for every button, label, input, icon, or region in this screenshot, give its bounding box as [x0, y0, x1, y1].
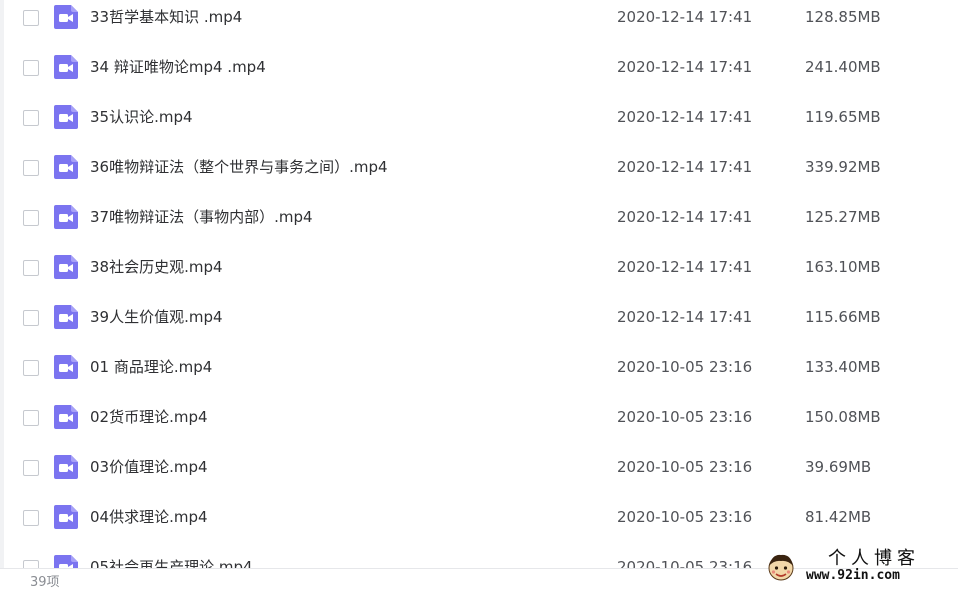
file-date: 2020-12-14 17:41	[617, 308, 753, 326]
file-name[interactable]: 01 商品理论.mp4	[90, 357, 212, 377]
file-size: 150.08MB	[805, 408, 881, 426]
table-row[interactable]: 36唯物辩证法（整个世界与事务之间）.mp4 2020-12-14 17:41 …	[0, 150, 958, 200]
video-file-icon	[54, 455, 78, 479]
file-list: 33哲学基本知识 .mp4 2020-12-14 17:41 128.85MB …	[0, 0, 958, 568]
file-size: 128.85MB	[805, 8, 881, 26]
file-name[interactable]: 34 辩证唯物论mp4 .mp4	[90, 57, 266, 77]
file-name[interactable]: 05社会再生产理论.mp4	[90, 557, 253, 568]
file-date: 2020-10-05 23:16	[617, 508, 753, 526]
blog-watermark: 个人博客 www.92in.com	[766, 548, 956, 588]
video-file-icon	[54, 205, 78, 229]
table-row[interactable]: 02货币理论.mp4 2020-10-05 23:16 150.08MB	[0, 400, 958, 450]
file-date: 2020-10-05 23:16	[617, 408, 753, 426]
table-row[interactable]: 34 辩证唯物论mp4 .mp4 2020-12-14 17:41 241.40…	[0, 50, 958, 100]
file-size: 115.66MB	[805, 308, 881, 326]
table-row[interactable]: 38社会历史观.mp4 2020-12-14 17:41 163.10MB	[0, 250, 958, 300]
video-file-icon	[54, 5, 78, 29]
file-date: 2020-12-14 17:41	[617, 158, 753, 176]
file-name[interactable]: 37唯物辩证法（事物内部）.mp4	[90, 207, 313, 227]
cartoon-face-icon	[768, 554, 794, 581]
table-row[interactable]: 01 商品理论.mp4 2020-10-05 23:16 133.40MB	[0, 350, 958, 400]
table-row[interactable]: 33哲学基本知识 .mp4 2020-12-14 17:41 128.85MB	[0, 0, 958, 50]
file-date: 2020-12-14 17:41	[617, 8, 753, 26]
file-name[interactable]: 33哲学基本知识 .mp4	[90, 7, 242, 27]
file-size: 119.65MB	[805, 108, 881, 126]
file-size: 81.42MB	[805, 508, 872, 526]
file-date: 2020-12-14 17:41	[617, 258, 753, 276]
table-row[interactable]: 04供求理论.mp4 2020-10-05 23:16 81.42MB	[0, 500, 958, 550]
video-file-icon	[54, 105, 78, 129]
file-size: 125.27MB	[805, 208, 881, 226]
table-row[interactable]: 03价值理论.mp4 2020-10-05 23:16 39.69MB	[0, 450, 958, 500]
item-count: 39项	[30, 575, 60, 590]
file-date: 2020-12-14 17:41	[617, 208, 753, 226]
row-checkbox[interactable]	[23, 210, 39, 226]
file-browser: 33哲学基本知识 .mp4 2020-12-14 17:41 128.85MB …	[0, 0, 958, 590]
table-row[interactable]: 39人生价值观.mp4 2020-12-14 17:41 115.66MB	[0, 300, 958, 350]
file-name[interactable]: 02货币理论.mp4	[90, 407, 208, 427]
row-checkbox[interactable]	[23, 410, 39, 426]
video-file-icon	[54, 305, 78, 329]
row-checkbox[interactable]	[23, 360, 39, 376]
file-size: 241.40MB	[805, 58, 881, 76]
video-file-icon	[54, 505, 78, 529]
table-row[interactable]: 37唯物辩证法（事物内部）.mp4 2020-12-14 17:41 125.2…	[0, 200, 958, 250]
row-checkbox[interactable]	[23, 560, 39, 568]
table-row[interactable]: 35认识论.mp4 2020-12-14 17:41 119.65MB	[0, 100, 958, 150]
file-name[interactable]: 39人生价值观.mp4	[90, 307, 223, 327]
video-file-icon	[54, 355, 78, 379]
file-date: 2020-10-05 23:16	[617, 458, 753, 476]
video-file-icon	[54, 255, 78, 279]
row-checkbox[interactable]	[23, 60, 39, 76]
file-name[interactable]: 38社会历史观.mp4	[90, 257, 223, 277]
row-checkbox[interactable]	[23, 160, 39, 176]
watermark-title: 个人博客	[828, 548, 920, 569]
file-date: 2020-12-14 17:41	[617, 108, 753, 126]
file-size: 39.69MB	[805, 458, 872, 476]
file-name[interactable]: 04供求理论.mp4	[90, 507, 208, 527]
row-checkbox[interactable]	[23, 460, 39, 476]
row-checkbox[interactable]	[23, 310, 39, 326]
file-date: 2020-10-05 23:16	[617, 358, 753, 376]
row-checkbox[interactable]	[23, 260, 39, 276]
video-file-icon	[54, 155, 78, 179]
file-name[interactable]: 03价值理论.mp4	[90, 457, 208, 477]
file-size: 163.10MB	[805, 258, 881, 276]
file-name[interactable]: 35认识论.mp4	[90, 107, 193, 127]
file-date: 2020-10-05 23:16	[617, 558, 753, 568]
video-file-icon	[54, 55, 78, 79]
video-file-icon	[54, 405, 78, 429]
video-file-icon	[54, 555, 78, 568]
file-name[interactable]: 36唯物辩证法（整个世界与事务之间）.mp4	[90, 157, 388, 177]
watermark-url: www.92in.com	[806, 568, 900, 583]
file-size: 133.40MB	[805, 358, 881, 376]
row-checkbox[interactable]	[23, 10, 39, 26]
file-date: 2020-12-14 17:41	[617, 58, 753, 76]
row-checkbox[interactable]	[23, 510, 39, 526]
file-size: 339.92MB	[805, 158, 881, 176]
row-checkbox[interactable]	[23, 110, 39, 126]
